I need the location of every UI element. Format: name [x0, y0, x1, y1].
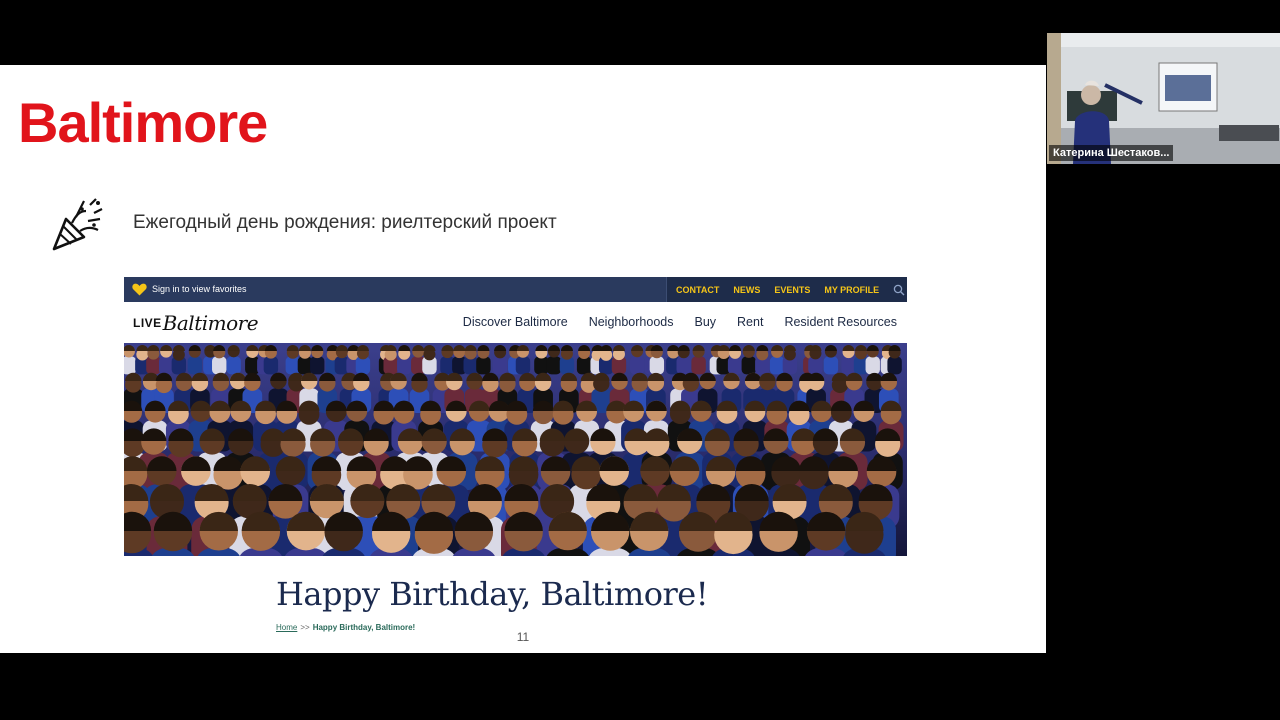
- heart-icon: [132, 283, 147, 296]
- site-utility-bar: Sign in to view favorites CONTACT NEWS E…: [124, 277, 907, 302]
- logo-prefix: LIVE: [133, 316, 162, 330]
- live-baltimore-logo[interactable]: LIVE Baltimore: [133, 310, 259, 336]
- nav-neighborhoods[interactable]: Neighborhoods: [589, 315, 674, 329]
- presenter-video-tile[interactable]: Катерина Шестаков...: [1047, 33, 1280, 164]
- website-screenshot: Sign in to view favorites CONTACT NEWS E…: [124, 277, 907, 653]
- sign-in-favorites-link[interactable]: Sign in to view favorites: [152, 284, 247, 294]
- nav-events[interactable]: EVENTS: [774, 285, 810, 295]
- site-header: LIVE Baltimore Discover Baltimore Neighb…: [124, 302, 907, 343]
- nav-news[interactable]: NEWS: [733, 285, 760, 295]
- nav-my-profile[interactable]: MY PROFILE: [824, 285, 879, 295]
- main-nav: Discover Baltimore Neighborhoods Buy Ren…: [463, 315, 897, 329]
- bullet-text: Ежегодный день рождения: риелтерский про…: [133, 212, 557, 233]
- slide-title: Baltimore: [18, 91, 268, 154]
- logo-city: Baltimore: [162, 311, 259, 335]
- presenter-name-label: Катерина Шестаков...: [1049, 145, 1174, 161]
- nav-discover-baltimore[interactable]: Discover Baltimore: [463, 315, 568, 329]
- nav-rent[interactable]: Rent: [737, 315, 763, 329]
- nav-buy[interactable]: Buy: [694, 315, 716, 329]
- nav-resident-resources[interactable]: Resident Resources: [784, 315, 897, 329]
- page-heading: Happy Birthday, Baltimore!: [276, 575, 709, 613]
- search-icon[interactable]: [893, 284, 905, 296]
- hero-crowd-photo: [124, 343, 907, 556]
- nav-contact[interactable]: CONTACT: [676, 285, 719, 295]
- party-popper-icon: [52, 198, 103, 251]
- utility-nav: CONTACT NEWS EVENTS MY PROFILE: [666, 277, 907, 302]
- presentation-slide: Baltimore Ежегодный день рождения: риелт…: [0, 65, 1046, 653]
- slide-page-number: 11: [516, 630, 530, 644]
